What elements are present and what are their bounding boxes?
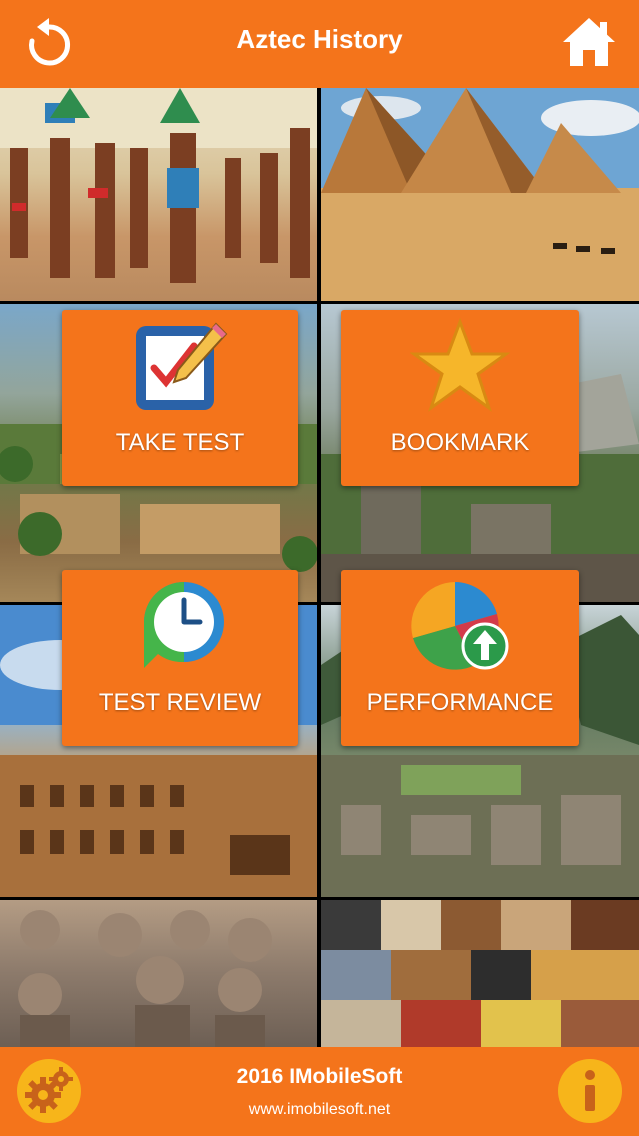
home-icon	[563, 18, 615, 66]
performance-label: PERFORMANCE	[366, 689, 554, 716]
info-button[interactable]	[558, 1059, 622, 1123]
terracotta-warriors-image	[0, 900, 317, 1047]
test-review-label: TEST REVIEW	[98, 689, 262, 716]
pyramids-image	[321, 88, 639, 301]
website-link[interactable]: www.imobilesoft.net	[0, 1101, 639, 1119]
clock-review-icon	[144, 582, 224, 668]
aztec-procession-image	[0, 88, 317, 301]
top-bar: Aztec History	[0, 0, 639, 88]
bookmark-button[interactable]: BOOKMARK	[341, 310, 579, 486]
bookmark-label: BOOKMARK	[390, 429, 530, 456]
pie-chart-icon	[411, 582, 509, 670]
test-review-button[interactable]: TEST REVIEW	[62, 570, 298, 746]
take-test-button[interactable]: TAKE TEST	[62, 310, 298, 486]
info-icon	[585, 1070, 595, 1111]
page-title: Aztec History	[236, 24, 403, 54]
mythology-collage-image	[321, 900, 639, 1047]
copyright-text: 2016 IMobileSoft	[236, 1065, 403, 1088]
performance-button[interactable]: PERFORMANCE	[341, 570, 579, 746]
test-clipboard-icon	[136, 322, 228, 410]
home-button[interactable]	[561, 16, 617, 68]
bottom-bar: 2016 IMobileSoft www.imobilesoft.net	[0, 1047, 639, 1136]
take-test-label: TAKE TEST	[115, 429, 245, 456]
star-icon	[410, 317, 510, 412]
image-collage: TAKE TEST BOOKMARK TEST REVIEW PERFORMAN…	[0, 88, 639, 1047]
